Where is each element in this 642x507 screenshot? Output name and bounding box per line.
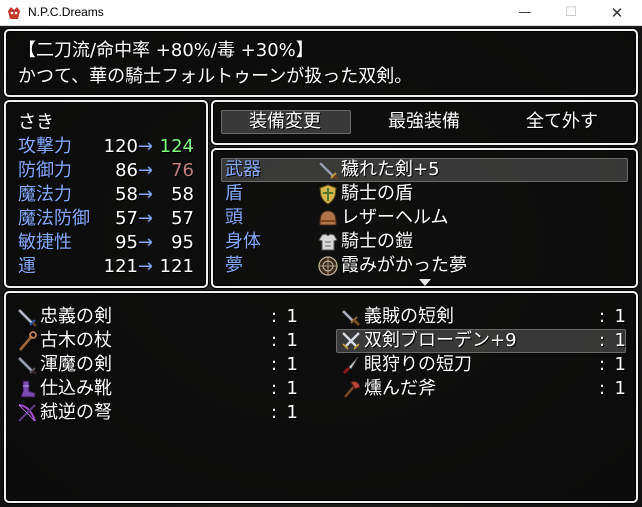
slot-item: 騎士の盾: [341, 183, 413, 204]
stat-label: 攻撃力: [18, 136, 72, 157]
slot-item: 騎士の鎧: [341, 231, 413, 252]
item-name: 眼狩りの短刀: [364, 354, 472, 375]
slot-name: 身体: [225, 231, 261, 252]
slot-name: 武器: [225, 159, 261, 180]
slot-item: レザーヘルム: [341, 207, 449, 228]
item-sep: :: [599, 378, 606, 399]
stat-arrow: →: [138, 208, 154, 229]
shield-icon: [319, 184, 337, 205]
stat-label: 敏捷性: [18, 232, 72, 253]
item-quantity: 1: [286, 330, 298, 351]
item-sep: :: [599, 306, 606, 327]
armor-icon: [318, 233, 338, 251]
minimize-button[interactable]: —: [502, 0, 548, 26]
item-sep: :: [271, 330, 278, 351]
item-sep: :: [271, 402, 278, 423]
item-sep: :: [271, 378, 278, 399]
stat-new: 57: [171, 208, 194, 229]
stat-arrow: →: [138, 256, 154, 277]
sword-icon: [17, 308, 37, 327]
item-quantity: 1: [286, 378, 298, 399]
stat-new: 121: [159, 256, 194, 277]
stat-new: 124: [159, 136, 194, 157]
stat-arrow: →: [138, 232, 154, 253]
item-quantity: 1: [286, 354, 298, 375]
slot-item: 霞みがかった夢: [341, 255, 467, 276]
command-optimize[interactable]: 最強装備: [388, 111, 460, 133]
stat-label: 魔法力: [18, 184, 72, 205]
slot-name: 夢: [225, 255, 243, 276]
command-equip[interactable]: 装備変更: [249, 111, 321, 133]
staff-icon: [19, 331, 37, 351]
item-quantity: 1: [614, 306, 626, 327]
stat-current: 57: [115, 208, 138, 229]
help-line-2: かつて、華の騎士フォルトゥーンが扱った双剣。: [18, 66, 413, 87]
helmet-icon: [319, 210, 337, 226]
help-window: 【二刀流/命中率 +80%/毒 +30%】 かつて、華の騎士フォルトゥーンが扱っ…: [4, 29, 638, 97]
slot-name: 盾: [225, 183, 243, 204]
item-window: 忠義の剣 : 1 義賊の短剣 : 1 古木の杖 : 1 双剣ブローデン+9: …: [4, 291, 638, 503]
stat-new: 95: [171, 232, 194, 253]
item-name: 忠義の剣: [40, 306, 112, 327]
stat-arrow: →: [138, 136, 154, 157]
sword-icon: [17, 356, 37, 375]
slot-name: 頭: [225, 207, 243, 228]
maximize-button[interactable]: ☐: [548, 0, 594, 26]
close-button[interactable]: ✕: [594, 0, 640, 26]
item-quantity: 1: [286, 306, 298, 327]
slot-window: 武器 穢れた剣+5 盾 騎士の盾 頭 レザーヘルム 身体 騎士の鎧 夢 霞みがか…: [211, 148, 638, 288]
command-window: 装備変更 最強装備 全て外す: [211, 100, 638, 145]
stat-label: 運: [18, 256, 36, 277]
actor-name: さき: [18, 112, 54, 133]
item-sep: :: [271, 354, 278, 375]
stat-current: 86: [115, 160, 138, 181]
stat-current: 120: [103, 136, 138, 157]
crossbow-icon: [18, 404, 36, 422]
stat-label: 魔法防御: [18, 208, 90, 229]
stat-new: 58: [171, 184, 194, 205]
item-name: 仕込み靴: [40, 378, 112, 399]
app-icon: [8, 7, 20, 19]
item-quantity: 1: [614, 354, 626, 375]
item-name: 渾魔の剣: [40, 354, 112, 375]
stat-current: 58: [115, 184, 138, 205]
item-sep: :: [271, 306, 278, 327]
item-name: 義賊の短剣: [364, 306, 454, 327]
title-bar: N.P.C.Dreams — ☐ ✕: [0, 0, 642, 26]
scroll-down-arrow-icon[interactable]: [419, 279, 431, 286]
item-sep: :: [599, 354, 606, 375]
boots-icon: [20, 380, 36, 398]
game-screen: 【二刀流/命中率 +80%/毒 +30%】 かつて、華の騎士フォルトゥーンが扱っ…: [0, 27, 642, 507]
stat-new: 76: [171, 160, 194, 181]
stat-label: 防御力: [18, 160, 72, 181]
window-title: N.P.C.Dreams: [28, 5, 104, 19]
stat-current: 95: [115, 232, 138, 253]
sword-icon: [318, 161, 338, 180]
status-window: さき 攻撃力 120 → 124 防御力 86 → 76 魔法力 58 → 58…: [4, 100, 208, 288]
item-name: 古木の杖: [40, 330, 112, 351]
item-quantity: 1: [614, 330, 626, 351]
knife-icon: [342, 356, 359, 375]
twin-swords-icon: [342, 332, 360, 350]
stat-current: 121: [103, 256, 138, 277]
item-name: 燻んだ斧: [364, 378, 436, 399]
stat-arrow: →: [138, 160, 154, 181]
item-name: 弑逆の弩: [40, 402, 112, 423]
slot-item: 穢れた剣+5: [341, 159, 440, 180]
item-quantity: 1: [614, 378, 626, 399]
axe-icon: [344, 381, 361, 398]
dream-orb-icon: [318, 256, 338, 276]
command-clear[interactable]: 全て外す: [526, 111, 598, 133]
help-line-1: 【二刀流/命中率 +80%/毒 +30%】: [18, 40, 314, 61]
item-quantity: 1: [286, 402, 298, 423]
item-sep: :: [599, 330, 606, 351]
stat-arrow: →: [138, 184, 154, 205]
item-name: 双剣ブローデン+9: [364, 330, 517, 351]
dagger-icon: [341, 309, 361, 327]
